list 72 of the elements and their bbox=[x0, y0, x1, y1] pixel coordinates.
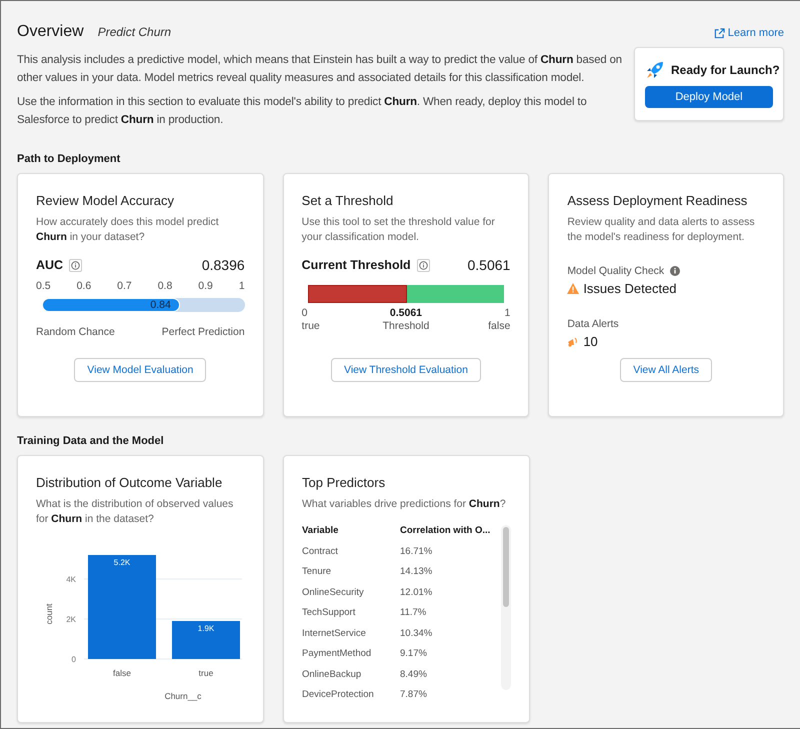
scale-label: 0.7 bbox=[117, 280, 132, 292]
column-header: Variable bbox=[302, 525, 340, 538]
table-cell-text: OnlineSecurity bbox=[302, 586, 365, 600]
section-title: Training Data and the Model bbox=[17, 435, 165, 447]
scale-label: 1 bbox=[503, 307, 510, 320]
metric-label: Current Threshold bbox=[302, 258, 411, 272]
column-header: Correlation with O... bbox=[400, 525, 492, 538]
card-description: Use this tool to set the threshold value for your classification model. bbox=[302, 215, 496, 245]
scale-label: 0.8 bbox=[158, 280, 172, 292]
card-title: Top Predictors bbox=[302, 475, 386, 490]
y-tick-label: 4K bbox=[66, 575, 76, 584]
card-button[interactable]: View Threshold Evaluation bbox=[331, 358, 481, 382]
metric-value: 0.8396 bbox=[202, 257, 245, 273]
x-tick-label: false bbox=[113, 668, 131, 678]
table-cell-text: 14.13% bbox=[400, 566, 434, 579]
launch-title: Ready for Launch? bbox=[671, 63, 780, 77]
card-button[interactable]: View Model Evaluation bbox=[74, 358, 206, 382]
x-axis-title: Churn__c bbox=[164, 691, 202, 701]
section-title: Path to Deployment bbox=[17, 153, 122, 165]
threshold-value: 0.5061 bbox=[388, 307, 424, 320]
card-description: What variables drive predictions for Churn? bbox=[302, 497, 507, 512]
intro-paragraph: This analysis includes a predictive model, which means that Einstein has built a way to predict the value of Churn based on other values in your data. Model metrics reveal quality measures and associated details for this classification model. bbox=[17, 53, 623, 86]
learn-more-link[interactable]: Learn more bbox=[714, 27, 784, 39]
metric-value: 0.5061 bbox=[467, 257, 510, 273]
card-description: Review quality and data alerts to assess the model's readiness for deployment. bbox=[567, 215, 756, 245]
caption: Threshold bbox=[382, 320, 430, 333]
bar-value-label: 1.9K bbox=[198, 624, 214, 633]
y-tick-label: 2K bbox=[66, 615, 76, 624]
table-cell-text: PaymentMethod bbox=[302, 648, 372, 661]
intro-paragraph: Use the information in this section to evaluate this model's ability to predict Churn. When ready, deploy this model to Salesforce to predict Churn in production. bbox=[17, 95, 588, 128]
auc-bar-fill: 0.84 bbox=[42, 298, 180, 312]
y-tick-label: 0 bbox=[72, 655, 76, 664]
table-cell-text: InternetService bbox=[302, 628, 367, 640]
table-cell-text: 16.71% bbox=[400, 546, 434, 558]
table-cell-text: Contract bbox=[302, 546, 339, 558]
table-cell-text: OnlineBackup bbox=[302, 668, 362, 682]
alerts-count: 10 bbox=[583, 334, 598, 349]
card-title: Review Model Accuracy bbox=[36, 193, 175, 208]
table-cell-text: 8.49% bbox=[400, 668, 428, 682]
table-cell-text: DeviceProtection bbox=[302, 689, 375, 702]
table-cell-text: TechSupport bbox=[302, 607, 356, 620]
card-button[interactable]: View All Alerts bbox=[620, 358, 712, 382]
alerts-label: Data Alerts bbox=[567, 318, 619, 330]
caption: true bbox=[302, 320, 321, 333]
quality-label: Model Quality Check bbox=[567, 265, 664, 277]
scale-label: 0.5 bbox=[36, 280, 51, 292]
card-title: Assess Deployment Readiness bbox=[567, 193, 748, 208]
scale-label: 0.6 bbox=[76, 280, 92, 292]
scale-label: 0 bbox=[302, 307, 308, 320]
scale-label: 0.9 bbox=[198, 280, 213, 292]
table-cell-text: 9.17% bbox=[400, 648, 428, 661]
card-title: Set a Threshold bbox=[302, 193, 394, 208]
table-cell-text: 10.34% bbox=[400, 628, 434, 640]
metric-label: AUC bbox=[36, 258, 64, 272]
caption: Perfect Prediction bbox=[162, 326, 245, 338]
deploy-button[interactable]: Deploy Model bbox=[645, 86, 773, 108]
card-description: What is the distribution of observed values for Churn in the dataset? bbox=[36, 497, 234, 527]
page-title: Overview bbox=[17, 23, 84, 41]
y-axis-title: count bbox=[44, 604, 54, 624]
page-subtitle: Predict Churn bbox=[98, 25, 172, 39]
bar-value-label: 5.2K bbox=[114, 558, 130, 567]
table-cell-text: 11.7% bbox=[400, 607, 428, 620]
x-tick-label: true bbox=[198, 668, 214, 678]
card-description: How accurately does this model predict Churn in your dataset? bbox=[36, 215, 220, 245]
quality-status: Issues Detected bbox=[583, 281, 677, 296]
table-cell-text: Tenure bbox=[302, 566, 332, 579]
card-title: Distribution of Outcome Variable bbox=[36, 475, 224, 490]
caption: false bbox=[487, 320, 510, 333]
scale-label: 1 bbox=[238, 280, 245, 292]
caption: Random Chance bbox=[36, 326, 115, 338]
table-cell-text: 12.01% bbox=[400, 586, 434, 600]
table-cell-text: 7.87% bbox=[400, 689, 428, 702]
